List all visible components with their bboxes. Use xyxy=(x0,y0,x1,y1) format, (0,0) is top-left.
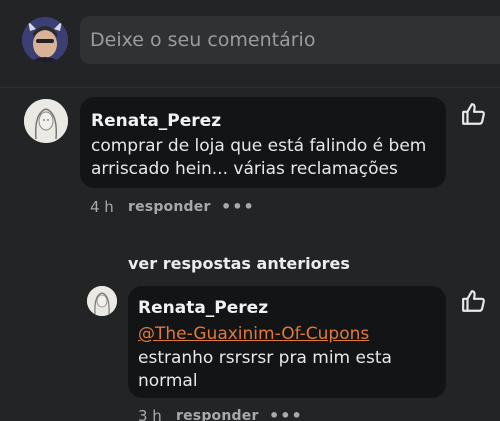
reply-text-line-1: estranho rsrsrsr pra mim esta xyxy=(138,348,392,368)
current-user-avatar[interactable] xyxy=(22,17,68,63)
comment-author[interactable]: Renata_Perez xyxy=(91,111,221,131)
view-previous-replies-link[interactable]: ver respostas anteriores xyxy=(128,254,350,273)
comment-text-line-1: comprar de loja que está falindo é bem xyxy=(91,136,427,156)
comment-text-line-2: arriscado hein... várias reclamações xyxy=(91,159,398,179)
comment-timestamp: 4 h xyxy=(90,198,114,216)
thumbs-up-icon[interactable] xyxy=(461,288,487,314)
comment-avatar[interactable] xyxy=(24,99,68,143)
reply-button[interactable]: responder xyxy=(176,408,259,421)
comment-bubble: Renata_Perez comprar de loja que está fa… xyxy=(80,97,446,188)
comment-input[interactable] xyxy=(80,16,500,64)
reply-bubble: Renata_Perez @The-Guaxinim-Of-Cupons est… xyxy=(128,286,446,398)
reply-timestamp: 3 h xyxy=(138,407,162,421)
more-options-icon[interactable]: ••• xyxy=(269,406,303,421)
reply-mention-link[interactable]: @The-Guaxinim-Of-Cupons xyxy=(138,324,369,344)
reply-button[interactable]: responder xyxy=(128,199,211,215)
reply-author[interactable]: Renata_Perez xyxy=(138,298,268,318)
more-options-icon[interactable]: ••• xyxy=(221,197,255,216)
reply-avatar[interactable] xyxy=(87,286,117,316)
thumbs-up-icon[interactable] xyxy=(461,101,487,127)
divider xyxy=(0,87,500,88)
reply-text-line-2: normal xyxy=(138,371,198,391)
